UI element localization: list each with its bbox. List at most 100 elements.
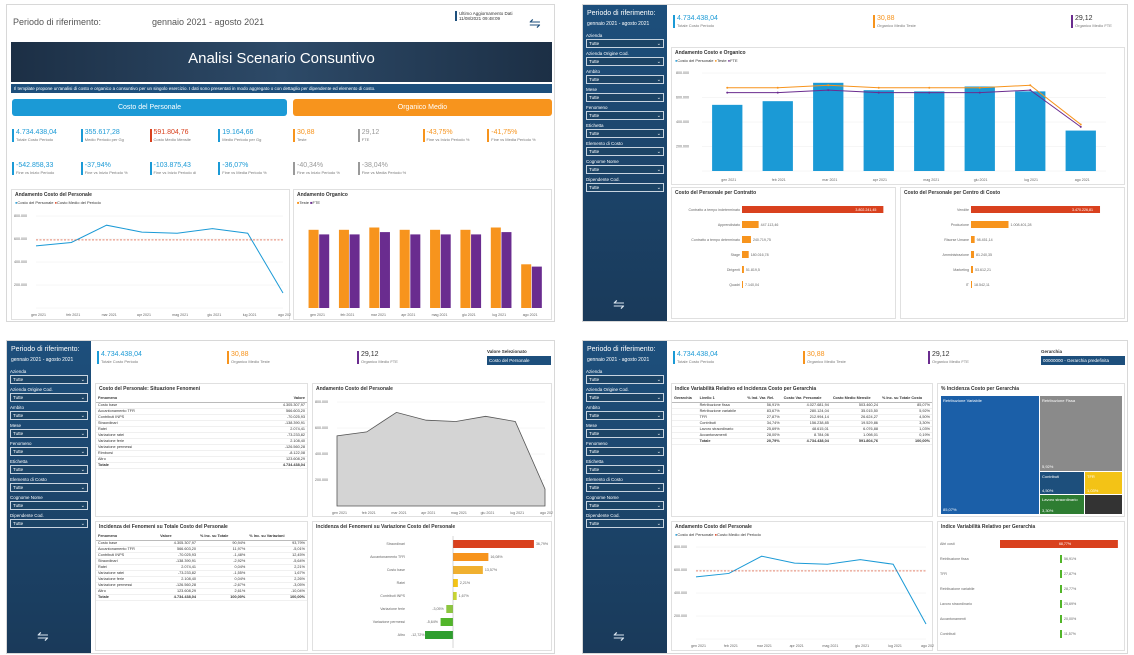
bar[interactable] — [1060, 600, 1062, 608]
bar-fte[interactable] — [440, 234, 451, 308]
filter-dropdown[interactable]: Tutte ⌄ — [586, 483, 664, 492]
filter-label: Azienda Origine Cod. — [586, 51, 629, 56]
bar[interactable] — [971, 281, 972, 288]
filter-dropdown[interactable]: Tutte ⌄ — [586, 375, 664, 384]
bar[interactable] — [742, 266, 744, 273]
filter-dropdown[interactable]: Tutte ⌄ — [586, 57, 664, 66]
filter-dropdown[interactable]: Tutte ⌄ — [586, 147, 664, 156]
filter-dropdown[interactable]: Tutte ⌄ — [10, 483, 88, 492]
filter-dropdown[interactable]: Tutte ⌄ — [10, 501, 88, 510]
filter-dropdown[interactable]: Tutte ⌄ — [586, 75, 664, 84]
filter-dropdown[interactable]: Tutte ⌄ — [10, 393, 88, 402]
bar-costo[interactable] — [1015, 91, 1046, 171]
filter-dropdown[interactable]: Tutte ⌄ — [586, 111, 664, 120]
bar[interactable] — [1060, 585, 1062, 593]
filter-dropdown[interactable]: Tutte ⌄ — [10, 519, 88, 528]
filter-dropdown[interactable]: Tutte ⌄ — [10, 465, 88, 474]
filter-dropdown[interactable]: Tutte ⌄ — [586, 465, 664, 474]
tree-cell-other[interactable] — [1085, 495, 1122, 514]
table-row[interactable]: Totale 20,79% 4.734.438,04 591.804,76 100,00… — [672, 438, 932, 445]
bar-costo[interactable] — [813, 82, 844, 171]
tab-organico-medio[interactable]: Organico Medio — [293, 99, 552, 116]
bar-costo[interactable] — [863, 90, 894, 171]
bar-fte[interactable] — [501, 232, 512, 308]
filter-dropdown[interactable]: Tutte ⌄ — [586, 93, 664, 102]
bar-costo[interactable] — [964, 86, 995, 171]
bar-teste[interactable] — [308, 229, 319, 308]
filter-dropdown[interactable]: Tutte ⌄ — [10, 411, 88, 420]
bar-costo[interactable] — [914, 91, 945, 171]
tree-cell-tfr[interactable]: TFR 1,03% — [1085, 472, 1122, 494]
filter-dropdown[interactable]: Tutte ⌄ — [586, 129, 664, 138]
bar[interactable] — [742, 221, 759, 228]
filter-dropdown[interactable]: Tutte ⌄ — [586, 429, 664, 438]
banner: Analisi Scenario Consuntivo — [11, 42, 552, 82]
filter-dropdown[interactable]: Tutte ⌄ — [10, 375, 88, 384]
bar-fte[interactable] — [410, 234, 421, 308]
bar[interactable] — [453, 553, 489, 561]
bar-fte[interactable] — [319, 234, 330, 308]
y-tick-label: 400.000 — [315, 452, 328, 456]
filter-dropdown[interactable]: Tutte ⌄ — [586, 39, 664, 48]
bar-category-label: TFR — [940, 572, 947, 576]
kpi-costo-value: 4.734.438,04 — [677, 15, 718, 22]
bar[interactable] — [453, 566, 483, 574]
tree-cell-straordinario[interactable]: Lavoro straordinario 3,30% — [1040, 495, 1084, 514]
filter: Elemento di Costo Tutte ⌄ — [586, 477, 664, 492]
bar[interactable] — [453, 592, 457, 600]
filter-dropdown[interactable]: Tutte ⌄ — [586, 501, 664, 510]
bar-teste[interactable] — [460, 229, 471, 308]
bar-costo[interactable] — [762, 101, 793, 171]
tree-cell-contributi[interactable]: Contributi 4,50% — [1040, 472, 1084, 494]
bar[interactable] — [453, 579, 458, 587]
bar[interactable] — [453, 540, 534, 548]
bar-teste[interactable] — [369, 227, 380, 309]
bar-costo[interactable] — [712, 104, 743, 171]
bar[interactable] — [742, 236, 751, 243]
bar[interactable] — [971, 251, 975, 258]
bar-category-label: Retribuzione variabile — [940, 587, 975, 591]
bar-teste[interactable] — [399, 229, 410, 308]
bar-fte[interactable] — [349, 234, 360, 308]
bar-fte[interactable] — [379, 232, 390, 308]
y-tick-label: 600.000 — [674, 568, 687, 572]
bar[interactable] — [742, 251, 749, 258]
filter-dropdown[interactable]: Tutte ⌄ — [586, 411, 664, 420]
bar-teste[interactable] — [338, 229, 349, 308]
filter-dropdown[interactable]: Tutte ⌄ — [586, 447, 664, 456]
bar-fte[interactable] — [531, 266, 542, 308]
bar[interactable] — [971, 266, 973, 273]
bar[interactable] — [440, 618, 453, 626]
tree-cell-variabile[interactable]: Retribuzione Variabile 85,07% — [941, 396, 1039, 514]
table-row[interactable]: Totale 4.734.438,04 — [96, 462, 307, 469]
selector-dropdown[interactable]: 00000000 - Gerarchia predefinita — [1041, 356, 1125, 366]
tbl2-head-3: % Inc. su Variazioni — [247, 532, 307, 541]
bar-teste[interactable] — [430, 229, 441, 308]
bar[interactable] — [425, 631, 453, 639]
bar[interactable] — [1060, 555, 1062, 563]
filter-dropdown[interactable]: Tutte ⌄ — [586, 183, 664, 192]
bar[interactable] — [446, 605, 453, 613]
bar-costo[interactable] — [1065, 130, 1096, 171]
x-tick-label: lug 2021 — [888, 644, 902, 648]
kpi-teste-value: 30,88 — [231, 351, 249, 358]
filter-dropdown[interactable]: Tutte ⌄ — [586, 393, 664, 402]
bar[interactable] — [1060, 615, 1062, 623]
bar-teste[interactable] — [521, 264, 532, 308]
filter-dropdown[interactable]: Tutte ⌄ — [586, 519, 664, 528]
bar[interactable] — [1060, 570, 1062, 578]
filter-dropdown[interactable]: Tutte ⌄ — [586, 165, 664, 174]
bar-teste[interactable] — [490, 227, 501, 309]
table-row[interactable]: Totale 4.734.438,04 100,00% 100,00% — [96, 594, 307, 601]
bar[interactable] — [971, 221, 1009, 228]
panel-costo-organico: Periodo di riferimento: gennaio 2021 - a… — [582, 4, 1128, 322]
tab-costo-personale[interactable]: Costo del Personale — [12, 99, 287, 116]
bar[interactable] — [971, 236, 975, 243]
filter-dropdown[interactable]: Tutte ⌄ — [10, 429, 88, 438]
bar[interactable] — [742, 281, 743, 288]
filter-dropdown[interactable]: Tutte ⌄ — [10, 447, 88, 456]
selector-dropdown[interactable]: Costo del Personale — [487, 356, 551, 366]
bar-fte[interactable] — [471, 234, 482, 308]
tree-cell-fissa[interactable]: Retribuzione Fissa 5,92% — [1040, 396, 1122, 471]
bar[interactable] — [1060, 630, 1062, 638]
